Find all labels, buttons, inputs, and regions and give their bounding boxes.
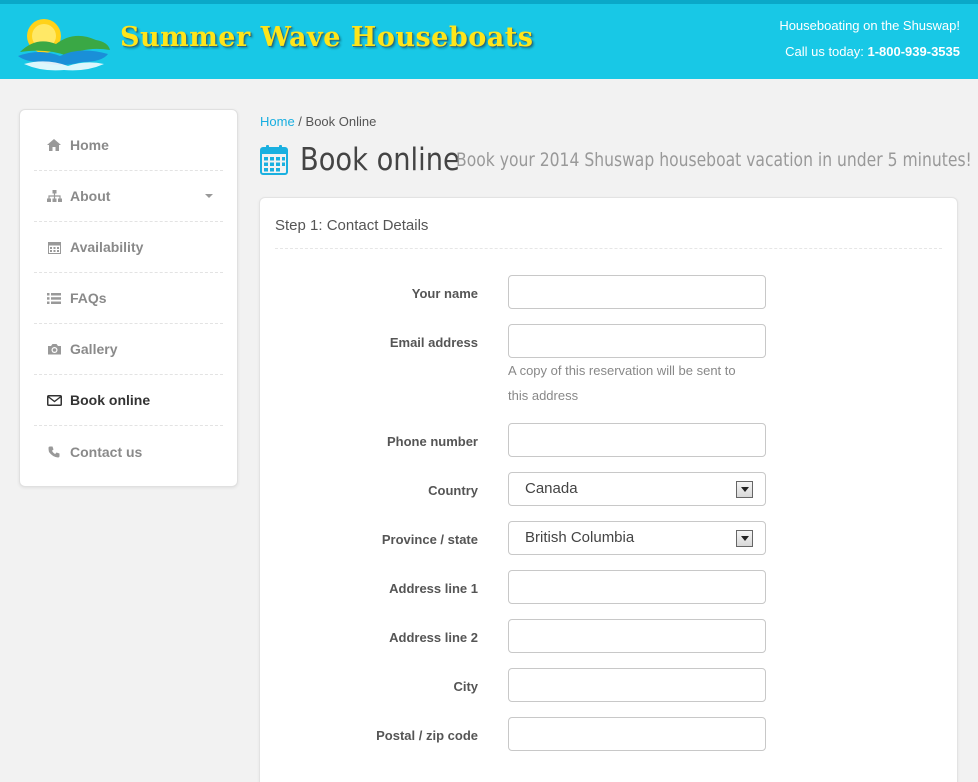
dropdown-arrow-icon[interactable]	[736, 530, 753, 547]
province-label: Province / state	[381, 532, 478, 547]
sidebar-item-contact-us[interactable]: Contact us	[34, 426, 223, 477]
camera-icon	[46, 342, 62, 356]
breadcrumb-home-link[interactable]: Home	[260, 114, 295, 129]
email-help-text: A copy of this reservation will be sent …	[508, 363, 736, 403]
step-title: Step 1: Contact Details	[275, 217, 429, 234]
sidebar-item-home[interactable]: Home	[34, 120, 223, 171]
logo-icon[interactable]	[16, 12, 112, 74]
sidebar-item-gallery[interactable]: Gallery	[34, 324, 223, 375]
country-selected-value: Canada	[525, 480, 578, 497]
breadcrumb-current: Book Online	[305, 114, 377, 129]
email-label: Email address	[389, 335, 478, 350]
phone-number[interactable]: 1-800-939-3535	[867, 44, 960, 59]
postal-code-field[interactable]	[508, 717, 766, 751]
phone-icon	[46, 445, 62, 459]
country-select[interactable]: Canada	[508, 472, 766, 506]
call-prefix: Call us today:	[785, 44, 868, 59]
chevron-down-icon[interactable]	[205, 194, 213, 198]
sidebar-item-label: Availability	[70, 239, 144, 255]
sitemap-icon	[46, 189, 62, 203]
site-logo-text[interactable]: Summer Wave Houseboats	[120, 22, 533, 53]
name-field[interactable]	[508, 275, 766, 309]
list-icon	[46, 291, 62, 305]
postal-label: Postal / zip code	[376, 728, 478, 743]
name-label: Your name	[411, 286, 478, 301]
booking-form-panel: Step 1: Contact Details Your name Email …	[259, 197, 958, 782]
phone-label: Phone number	[386, 434, 478, 449]
tagline: Houseboating on the Shuswap!	[779, 18, 960, 33]
address1-field[interactable]	[508, 570, 766, 604]
sidebar-item-label: Contact us	[70, 443, 143, 460]
page-subtitle: Book your 2014 Shuswap houseboat vacatio…	[456, 149, 972, 171]
sidebar-item-book-online[interactable]: Book online	[34, 375, 223, 426]
sidebar-item-availability[interactable]: Availability	[34, 222, 223, 273]
address1-label: Address line 1	[389, 581, 478, 596]
calendar-icon	[46, 240, 62, 254]
sidebar-item-label: Book online	[70, 392, 151, 408]
country-label: Country	[428, 483, 478, 498]
sidebar-item-label: Home	[70, 137, 109, 153]
phone-field[interactable]	[508, 423, 766, 457]
province-select[interactable]: British Columbia	[508, 521, 766, 555]
calendar-icon	[260, 145, 288, 175]
envelope-icon	[46, 393, 62, 407]
sidebar-item-label: About	[70, 188, 111, 204]
page-title: Book online	[300, 142, 460, 178]
city-label: City	[453, 679, 478, 694]
sidebar-item-label: Gallery	[70, 341, 118, 357]
address2-label: Address line 2	[389, 630, 478, 645]
sidebar-item-about[interactable]: About	[34, 171, 223, 222]
divider	[275, 248, 942, 249]
page-header: Book online Book your 2014 Shuswap house…	[260, 140, 978, 180]
site-header: Summer Wave Houseboats Houseboating on t…	[0, 0, 978, 79]
breadcrumb-separator: /	[294, 114, 306, 129]
address2-field[interactable]	[508, 619, 766, 653]
breadcrumb: Home / Book Online	[260, 114, 376, 129]
sidebar-nav: Home About Availability FAQs Gallery Boo…	[19, 109, 238, 487]
province-selected-value: British Columbia	[525, 529, 635, 546]
email-field[interactable]	[508, 324, 766, 358]
call-us: Call us today: 1-800-939-3535	[785, 44, 960, 59]
dropdown-arrow-icon[interactable]	[736, 481, 753, 498]
city-field[interactable]	[508, 668, 766, 702]
home-icon	[46, 138, 62, 152]
sidebar-item-label: FAQs	[70, 290, 107, 306]
sidebar-item-faqs[interactable]: FAQs	[34, 273, 223, 324]
